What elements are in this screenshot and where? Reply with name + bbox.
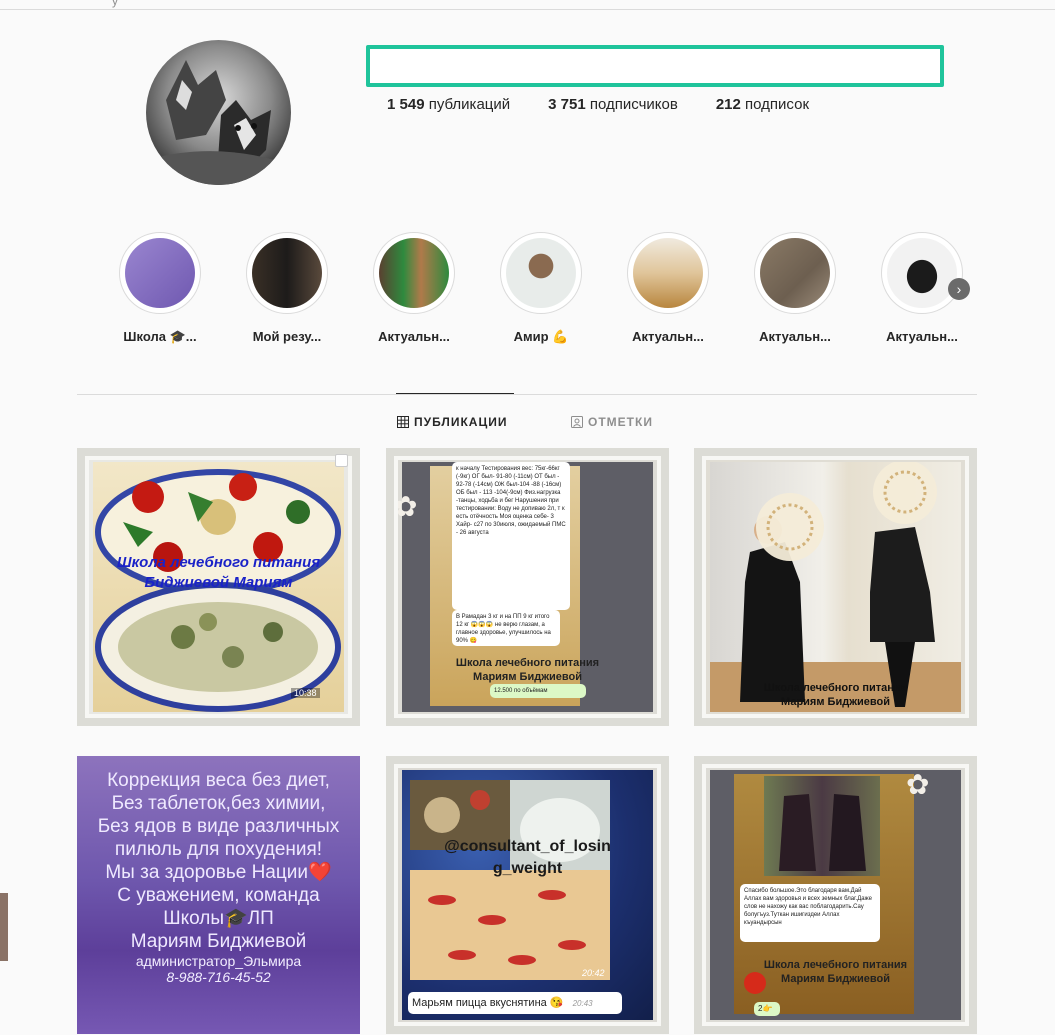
- admin-name: администратор_Эльмира: [135, 953, 302, 969]
- post-text-line: пилюль для похудения!: [114, 839, 323, 860]
- stat-followers[interactable]: 3 751 подписчиков: [548, 96, 678, 113]
- post-frame: [694, 756, 977, 1034]
- stat-following[interactable]: 212 подписок: [716, 96, 809, 113]
- profile-avatar[interactable]: [146, 40, 291, 185]
- stat-posts-count: 1 549: [387, 96, 425, 113]
- stat-posts-label: публикаций: [428, 96, 511, 113]
- highlight-cover: [760, 238, 830, 308]
- highlight-item[interactable]: Актуальн...: [618, 232, 718, 344]
- post-text-line: Мариям Биджиевой: [130, 931, 307, 952]
- post-tile[interactable]: Спасибо большое.Это благодаря вам.Дай Ал…: [694, 756, 977, 1034]
- highlight-label: Амир 💪: [513, 329, 569, 344]
- highlight-label: Актуальн...: [886, 329, 958, 344]
- post-text-line: Коррекция веса без диет,: [107, 770, 330, 791]
- stat-followers-label: подписчиков: [589, 96, 678, 113]
- highlight-cover: [506, 238, 576, 308]
- admin-phone: 8-988-716-45-52: [166, 969, 271, 985]
- post-text-line: Без ядов в виде различных: [97, 816, 340, 837]
- tab-tagged-label: ОТМЕТКИ: [588, 415, 653, 429]
- grid-icon: [397, 416, 409, 428]
- post-text-line: Мы за здоровье Нации❤️: [105, 862, 332, 883]
- username-redacted-box: [366, 45, 944, 87]
- story-highlights: Школа 🎓... Мой резу... Актуальн... Амир …: [110, 232, 990, 352]
- post-tile[interactable]: Школа лечебного питания Биджиевой Мариям…: [77, 448, 360, 726]
- highlight-label: Актуальн...: [759, 329, 831, 344]
- left-edge-fragment: [0, 893, 8, 961]
- highlight-cover: [125, 238, 195, 308]
- tabs-divider: [77, 394, 977, 395]
- post-text-line: Школы🎓ЛП: [163, 908, 274, 929]
- tab-posts[interactable]: ПУБЛИКАЦИИ: [397, 415, 507, 429]
- highlight-item[interactable]: Мой резу...: [237, 232, 337, 344]
- highlight-cover: [379, 238, 449, 308]
- post-tile[interactable]: Школа лечебного питания Мариям Биджиевой: [694, 448, 977, 726]
- post-tile[interactable]: @consultant_of_losin g_weight 20:42 Марь…: [386, 756, 669, 1034]
- highlight-label: Актуальн...: [378, 329, 450, 344]
- stat-followers-count: 3 751: [548, 96, 586, 113]
- highlight-label: Школа 🎓...: [123, 329, 197, 344]
- highlight-item[interactable]: Амир 💪: [491, 232, 591, 345]
- highlight-cover: [252, 238, 322, 308]
- stat-posts[interactable]: 1 549 публикаций: [387, 96, 510, 113]
- post-text-line: С уважением, команда: [117, 885, 320, 906]
- stat-following-label: подписок: [745, 96, 810, 113]
- profile-stats: 1 549 публикаций 3 751 подписчиков 212 п…: [387, 96, 809, 113]
- multi-photo-icon: [335, 454, 348, 467]
- stat-following-count: 212: [715, 96, 741, 113]
- highlight-item[interactable]: Актуальн...: [745, 232, 845, 344]
- post-tile[interactable]: к началу Тестирования вес: 75кг-66кг (-9…: [386, 448, 669, 726]
- highlight-label: Актуальн...: [632, 329, 704, 344]
- post-text-line: Без таблеток,без химии,: [111, 793, 326, 814]
- top-text-fragment: y: [112, 0, 118, 8]
- top-border: y: [0, 0, 1055, 10]
- admin-contact: администратор_Эльмира 8-988-716-45-52: [77, 953, 360, 985]
- post-text-block: Коррекция веса без диет, Без таблеток,бе…: [77, 769, 360, 953]
- tab-tagged[interactable]: ОТМЕТКИ: [571, 415, 653, 429]
- tag-person-icon: [571, 416, 583, 428]
- highlight-cover: [887, 238, 957, 308]
- highlight-item[interactable]: Актуальн...: [364, 232, 464, 344]
- highlight-label: Мой резу...: [252, 329, 322, 344]
- post-frame: [694, 448, 977, 726]
- post-tile[interactable]: Коррекция веса без диет, Без таблеток,бе…: [77, 756, 360, 1034]
- post-frame: [77, 448, 360, 726]
- post-frame: [386, 756, 669, 1034]
- post-frame: [386, 448, 669, 726]
- active-tab-indicator: [396, 393, 514, 394]
- highlight-cover: [633, 238, 703, 308]
- chevron-right-icon[interactable]: ›: [948, 278, 970, 300]
- highlight-item[interactable]: Школа 🎓...: [110, 232, 210, 345]
- tab-posts-label: ПУБЛИКАЦИИ: [414, 415, 508, 429]
